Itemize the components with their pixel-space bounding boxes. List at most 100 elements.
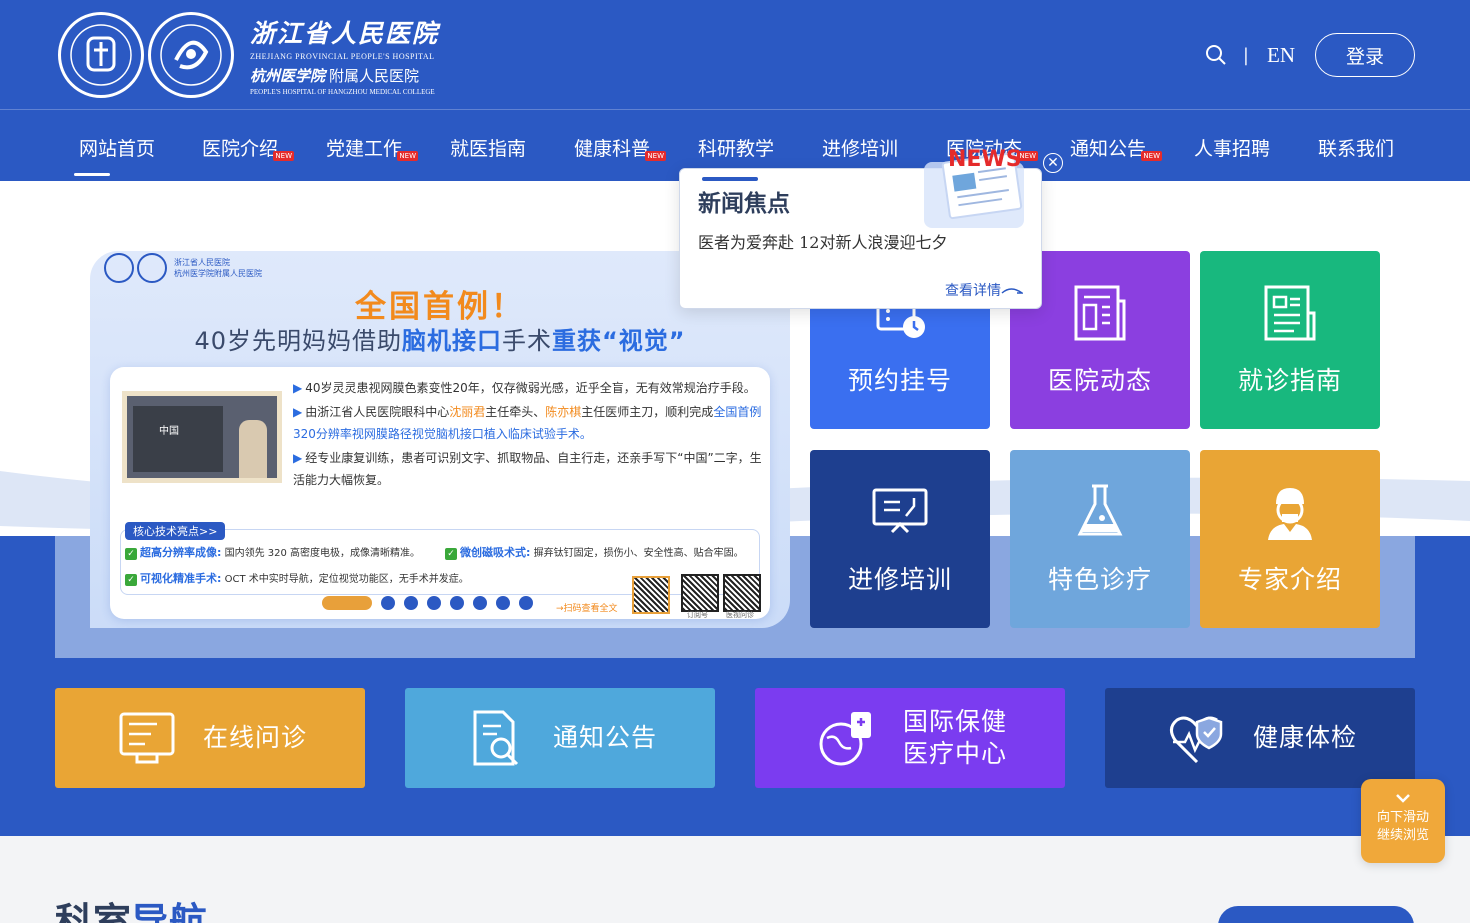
tile-label: 特色诊疗 <box>1047 565 1152 594</box>
tile-label: 医院动态 <box>1047 366 1152 395</box>
doctor-icon <box>1268 488 1312 540</box>
carousel-dot-0[interactable] <box>322 596 372 610</box>
new-badge: NEW <box>397 151 419 161</box>
tile-label: 专家介绍 <box>1237 565 1342 594</box>
guide-document-icon <box>1264 285 1316 341</box>
scroll-hint-text: 向下滑动 继续浏览 <box>1376 810 1429 843</box>
banner-bullets: ▶ 40岁灵灵患视网膜色素变性20年，仅存微弱光感，近乎全盲，无有效常规治疗手段。… <box>293 377 763 493</box>
bullet-2: ▶ 由浙江省人民医院眼科中心沈丽君主任牵头、陈亦棋主任医师主刀，顺利完成全国首例3… <box>293 405 762 441</box>
carousel-dots <box>322 596 533 610</box>
card-notice[interactable]: 通知公告 <box>405 688 715 788</box>
card-label-group: 国际保健 医疗中心 <box>903 706 1007 770</box>
language-switch[interactable]: EN <box>1267 43 1295 68</box>
heart-shield-icon <box>1170 716 1223 764</box>
qr-code-2 <box>681 574 719 612</box>
section-button[interactable] <box>1218 906 1414 923</box>
banner-seal-icon-2 <box>137 253 167 283</box>
banner-logo: 浙江省人民医院 杭州医学院附属人民医院 <box>104 253 262 283</box>
card-label: 健康体检 <box>1253 723 1358 752</box>
photo-screen: 中国 <box>133 406 223 472</box>
login-button[interactable]: 登录 <box>1315 33 1415 77</box>
search-icon[interactable] <box>1205 44 1227 66</box>
carousel-dot-3[interactable] <box>427 596 441 610</box>
logo-text: 浙江省人民医院 ZHEJIANG PROVINCIAL PEOPLE'S HOS… <box>250 14 439 96</box>
scroll-down-hint[interactable]: 向下滑动 继续浏览 <box>1361 779 1445 863</box>
hospital-seal-icon <box>58 12 144 98</box>
section-title: 科室导航 <box>55 900 208 923</box>
tile-experts[interactable]: 专家介绍 <box>1200 450 1380 628</box>
carousel-dot-1[interactable] <box>381 596 395 610</box>
nav-item-9[interactable]: 人事招聘 <box>1171 111 1295 181</box>
card-label-line1: 国际保健 <box>903 707 1008 736</box>
header-tools: | EN 登录 <box>1205 33 1415 77</box>
popup-more-label: 查看详情 <box>945 283 1001 299</box>
popup-title: 新闻焦点 <box>698 191 790 217</box>
bullet-1: ▶ 40岁灵灵患视网膜色素变性20年，仅存微弱光感，近乎全盲，无有效常规治疗手段。 <box>293 381 756 395</box>
popup-close-button[interactable]: ✕ <box>1043 153 1063 173</box>
logo-name-cn: 浙江省人民医院 <box>250 19 440 48</box>
qr-code-1 <box>632 576 670 614</box>
banner-card: 中国 ▶ 40岁灵灵患视网膜色素变性20年，仅存微弱光感，近乎全盲，无有效常规治疗… <box>110 367 770 619</box>
arrow-right-icon <box>1001 288 1023 294</box>
tools-separator: | <box>1242 44 1249 66</box>
presentation-board-icon <box>872 488 928 534</box>
top-bar: 浙江省人民医院 ZHEJIANG PROVINCIAL PEOPLE'S HOS… <box>0 0 1470 110</box>
tech-item-3: ✓ 可视化精准手术: OCT 术中实时导航，定位视觉功能区，无手术并发症。 <box>125 570 469 586</box>
tech-tag: 核心技术亮点>> <box>125 522 226 540</box>
nav-item-label: 联系我们 <box>1318 138 1395 160</box>
site-header: 浙江省人民医院 ZHEJIANG PROVINCIAL PEOPLE'S HOS… <box>0 0 1470 181</box>
tile-training[interactable]: 进修培训 <box>810 450 990 628</box>
carousel-dot-5[interactable] <box>473 596 487 610</box>
close-circle-icon: ✕ <box>1047 155 1059 171</box>
notice-search-icon <box>473 710 519 766</box>
new-badge: NEW <box>273 151 295 161</box>
card-online-consult[interactable]: 在线问诊 <box>55 688 365 788</box>
nav-item-label: 医院介绍 NEW <box>202 138 295 161</box>
new-badge: NEW <box>645 151 667 161</box>
hospital-logo[interactable]: 浙江省人民医院 ZHEJIANG PROVINCIAL PEOPLE'S HOS… <box>58 12 439 98</box>
nav-item-label: 就医指南 <box>450 138 527 160</box>
tile-label: 进修培训 <box>847 565 952 594</box>
popup-more-link[interactable]: 查看详情 <box>945 280 1023 300</box>
logo-sub-en: PEOPLE'S HOSPITAL OF HANGZHOU MEDICAL CO… <box>250 88 435 96</box>
nav-item-4[interactable]: 健康科普 NEW <box>551 111 675 181</box>
online-consult-icon <box>119 712 175 764</box>
tech-item-2: ✓ 微创磁吸术式: 摒弃钛钉固定，损伤小、安全性高、贴合牢固。 <box>445 544 744 560</box>
nav-item-label: 进修培训 <box>822 138 899 160</box>
nav-item-3[interactable]: 就医指南 <box>427 111 551 181</box>
svg-text:NEWS: NEWS <box>948 147 1022 172</box>
carousel-dot-2[interactable] <box>404 596 418 610</box>
nav-item-1[interactable]: 医院介绍 NEW <box>179 111 303 181</box>
popup-headline[interactable]: 医者为爱奔赴 12对新人浪漫迎七夕 <box>698 229 947 253</box>
college-seal-icon <box>148 12 234 98</box>
globe-medicine-icon <box>819 712 871 766</box>
tile-guide[interactable]: 就诊指南 <box>1200 251 1380 429</box>
carousel-dot-7[interactable] <box>519 596 533 610</box>
nav-item-label: 通知公告 NEW <box>1070 138 1163 161</box>
card-international[interactable]: 国际保健 医疗中心 <box>755 688 1065 788</box>
nav-item-label: 党建工作 NEW <box>326 138 419 161</box>
nav-item-2[interactable]: 党建工作 NEW <box>303 111 427 181</box>
nav-item-10[interactable]: 联系我们 <box>1295 111 1395 181</box>
banner-photo: 中国 <box>122 391 282 483</box>
flask-icon <box>1077 484 1123 536</box>
tile-specialty[interactable]: 特色诊疗 <box>1010 450 1190 628</box>
banner-seal-icon <box>104 253 134 283</box>
card-label: 通知公告 <box>553 723 658 752</box>
logo-name-en: ZHEJIANG PROVINCIAL PEOPLE'S HOSPITAL <box>250 52 435 61</box>
carousel-dot-6[interactable] <box>496 596 510 610</box>
chevron-down-icon <box>1396 794 1410 803</box>
nav-item-label: 网站首页 <box>79 138 156 160</box>
qr-label-1: 订阅号 <box>687 611 708 619</box>
logo-sub-cn: 杭州医学院 附属人民医院 <box>250 67 420 85</box>
card-label: 在线问诊 <box>203 723 308 752</box>
nav-item-0[interactable]: 网站首页 <box>55 111 179 181</box>
nav-item-label: 健康科普 NEW <box>574 138 667 161</box>
card-health-check[interactable]: 健康体检 <box>1105 688 1415 788</box>
carousel-dot-4[interactable] <box>450 596 464 610</box>
nav-item-8[interactable]: 通知公告 NEW <box>1047 111 1171 181</box>
qr-label-2: 医视问诊 <box>726 611 754 619</box>
popup-accent <box>702 177 758 181</box>
card-label-line2: 医疗中心 <box>903 739 1008 768</box>
bullet-3: ▶ 经专业康复训练，患者可识别文字、抓取物品、自主行走，还亲手写下“中国”二字，生… <box>293 451 762 487</box>
